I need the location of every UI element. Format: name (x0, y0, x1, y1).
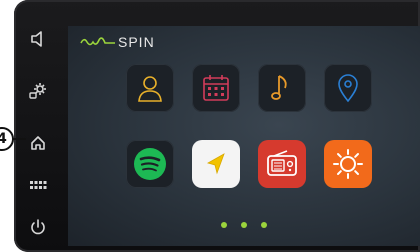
music-note-icon (271, 75, 287, 100)
logo-text: SPIN (118, 34, 155, 50)
callout-number: 4 (0, 127, 14, 151)
power-icon (31, 219, 45, 235)
contacts-app[interactable] (126, 64, 174, 112)
home-icon (31, 136, 45, 150)
calendar-icon (203, 75, 229, 101)
spotify-app[interactable] (126, 140, 174, 188)
radio-icon (267, 150, 297, 176)
logo-wave-icon (80, 37, 115, 46)
settings-icon (29, 83, 46, 99)
weather-app[interactable] (324, 140, 372, 188)
apps-button[interactable] (22, 170, 54, 200)
back-icon (31, 31, 42, 47)
music-app[interactable] (258, 64, 306, 112)
back-button[interactable] (22, 24, 54, 54)
navigation-app[interactable] (192, 140, 240, 188)
sun-icon (333, 149, 363, 179)
page-dot[interactable] (261, 222, 267, 228)
page-indicator (68, 222, 420, 228)
apps-icon (30, 181, 47, 189)
settings-button[interactable] (22, 76, 54, 106)
map-pin-icon (338, 74, 358, 103)
page-dot[interactable] (221, 222, 227, 228)
location-app[interactable] (324, 64, 372, 112)
contacts-icon (138, 76, 162, 102)
calendar-app[interactable] (192, 64, 240, 112)
home-button[interactable] (22, 128, 54, 158)
mySPIN-logo: SPIN (80, 32, 155, 52)
navigation-arrow-icon (206, 153, 225, 175)
spotify-icon (134, 148, 166, 180)
mySPIN-screen: SPIN (68, 26, 420, 246)
radio-app[interactable] (258, 140, 306, 188)
page-dot[interactable] (241, 222, 247, 228)
power-button[interactable] (22, 212, 54, 242)
